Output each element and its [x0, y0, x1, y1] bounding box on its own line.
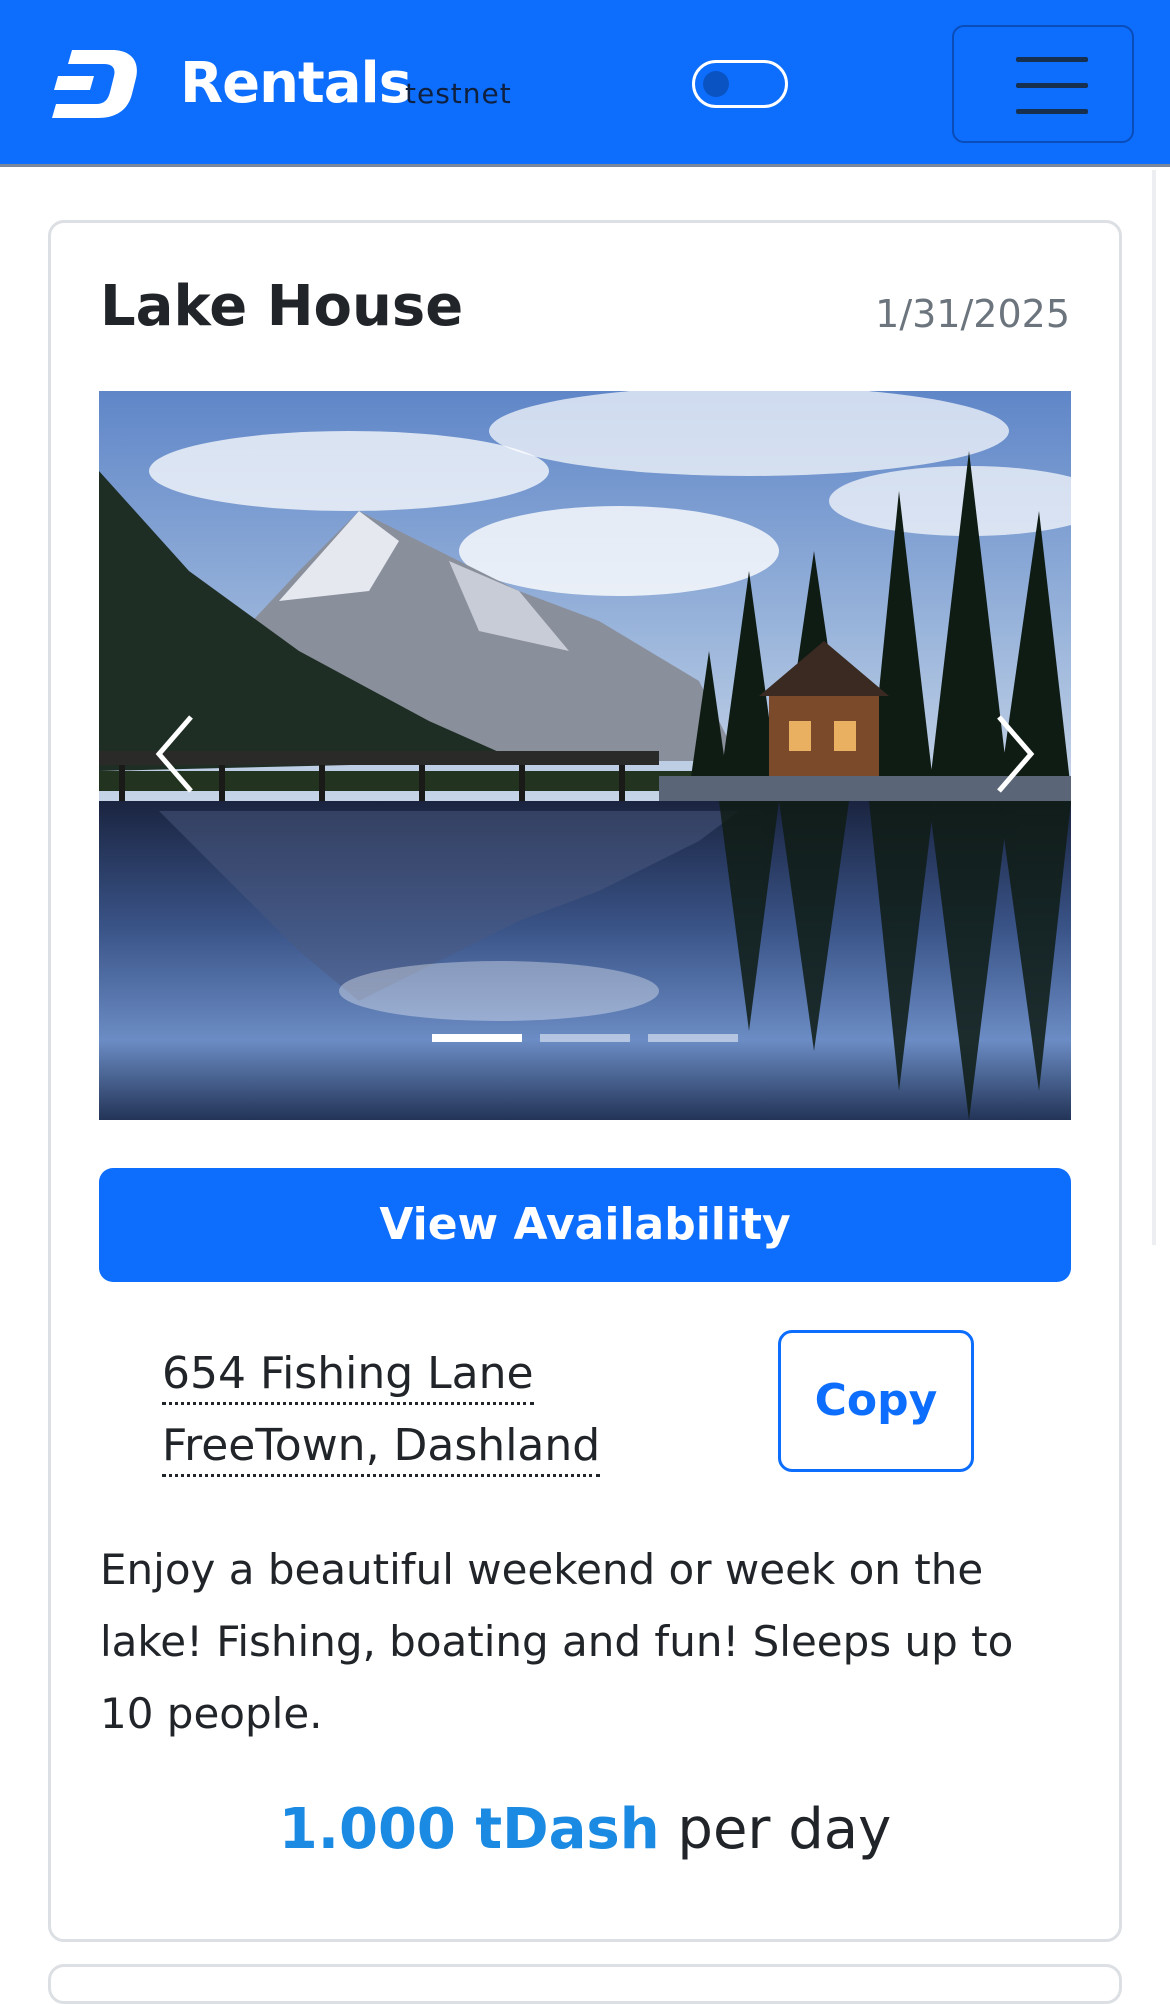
carousel-indicator[interactable]: [432, 1034, 522, 1042]
hamburger-menu-icon: [1016, 83, 1088, 88]
listing-price: 1.000 tDash per day: [0, 1790, 1170, 1870]
dash-logo-icon[interactable]: [50, 50, 140, 118]
next-listing-card: [48, 1964, 1122, 2004]
toggle-knob: [703, 71, 729, 97]
copy-address-button[interactable]: Copy: [778, 1330, 974, 1472]
view-availability-button[interactable]: View Availability: [99, 1168, 1071, 1282]
address-line-2: FreeTown, Dashland: [162, 1418, 601, 1477]
carousel-indicator[interactable]: [540, 1034, 630, 1042]
lake-house-photo: [99, 391, 1071, 1120]
theme-toggle[interactable]: [692, 60, 788, 108]
listing-date: 1/31/2025: [875, 292, 1070, 336]
brand-title[interactable]: Rentals: [180, 46, 412, 122]
photo-carousel[interactable]: [99, 391, 1071, 1120]
hamburger-menu-icon: [1016, 109, 1088, 114]
chevron-left-icon[interactable]: [149, 709, 209, 799]
scrollbar[interactable]: [1152, 170, 1156, 1245]
listing-description: Enjoy a beautiful weekend or week on the…: [100, 1545, 1014, 1738]
hamburger-menu-icon: [1016, 57, 1088, 62]
listing-title: Lake House: [100, 274, 464, 339]
network-label: testnet: [405, 77, 512, 110]
carousel-indicator[interactable]: [648, 1034, 738, 1042]
carousel-indicators: [99, 1034, 1071, 1042]
chevron-right-icon[interactable]: [981, 709, 1041, 799]
price-amount: 1.000 tDash: [278, 1797, 660, 1862]
top-navbar: Rentals testnet: [0, 0, 1170, 167]
address-line-1: 654 Fishing Lane: [162, 1346, 534, 1405]
listing-address[interactable]: 654 Fishing Lane FreeTown, Dashland: [162, 1338, 601, 1482]
menu-button[interactable]: [952, 25, 1134, 143]
price-unit: per day: [677, 1797, 892, 1862]
